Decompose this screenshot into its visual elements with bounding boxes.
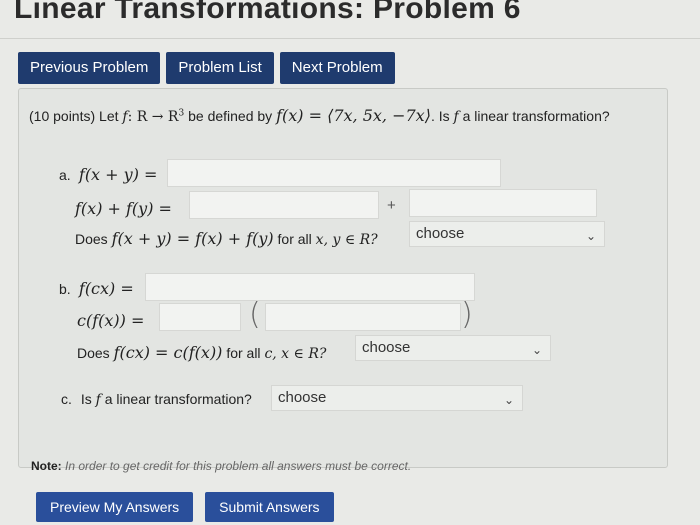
part-a-answer-1[interactable]: [167, 159, 501, 187]
question-end: a linear transformation?: [462, 108, 610, 124]
part-a-does: Does: [75, 231, 108, 247]
problem-nav: Previous Problem Problem List Next Probl…: [18, 52, 395, 84]
part-c-is: Is: [80, 391, 92, 407]
chevron-down-icon: ⌄: [585, 229, 596, 243]
points: (10 points): [29, 108, 96, 124]
part-b-select-value: choose: [362, 339, 411, 356]
part-a-for-all: for all: [277, 231, 312, 247]
chevron-down-icon: ⌄: [531, 343, 542, 357]
part-a-does-expr: f(x + y) = f(x) + f(y): [111, 229, 274, 248]
f-symbol-2: f: [453, 109, 459, 125]
chevron-down-icon: ⌄: [503, 393, 514, 407]
let-text: Let: [99, 108, 119, 124]
question-text: . Is: [430, 108, 450, 124]
part-b-select[interactable]: choose ⌄: [355, 335, 551, 361]
problem-statement: (10 points) Let f: R → R3 be defined by …: [29, 106, 610, 125]
problem-panel: (10 points) Let f: R → R3 be defined by …: [18, 88, 668, 473]
part-c-select-value: choose: [278, 389, 327, 406]
answer-actions: Preview My Answers Submit Answers: [36, 492, 334, 522]
problem-list-button[interactable]: Problem List: [166, 52, 274, 84]
part-a-answer-3[interactable]: [409, 189, 597, 217]
part-c-f: f: [95, 392, 101, 408]
part-a-letter: a.: [59, 167, 71, 183]
map-expr: : R → R: [127, 109, 179, 125]
plus-sign: +: [387, 197, 396, 214]
part-b-answer-1[interactable]: [145, 273, 475, 301]
definition-expr: f(x) = ⟨7x, 5x, −7x⟩: [276, 106, 431, 125]
part-a-expr2: f(x) + f(y) =: [75, 199, 172, 218]
part-b-answer-3[interactable]: [265, 303, 461, 331]
part-a-answer-2[interactable]: [189, 191, 379, 219]
dim-superscript: 3: [178, 108, 185, 119]
part-b-expr2: c(f(x)) =: [77, 311, 145, 330]
part-b-for-all-expr: c, x ∈ R?: [264, 346, 327, 362]
next-problem-button[interactable]: Next Problem: [279, 52, 395, 84]
open-paren: (: [249, 297, 261, 332]
part-c-letter: c.: [61, 391, 72, 407]
part-b-answer-2[interactable]: [159, 303, 241, 331]
part-a-select[interactable]: choose ⌄: [409, 221, 605, 247]
part-b-line2: c(f(x)) =: [77, 311, 144, 330]
note: Note: In order to get credit for this pr…: [31, 459, 411, 473]
defined-text: be defined by: [188, 108, 273, 124]
part-b-line1: b. f(cx) =: [59, 279, 134, 298]
part-b-expr1: f(cx) =: [78, 279, 134, 298]
part-a-for-all-expr: x, y ∈ R?: [315, 232, 378, 248]
note-text: In order to get credit for this problem …: [65, 459, 412, 473]
divider: [0, 38, 700, 39]
note-label: Note:: [31, 459, 62, 473]
part-a-select-value: choose: [416, 225, 465, 242]
page-title: Linear Transformations: Problem 6: [14, 0, 521, 25]
close-paren: ): [461, 297, 473, 332]
part-c-question-end: a linear transformation?: [104, 391, 252, 407]
part-b-letter: b.: [59, 281, 71, 297]
part-b-for-all: for all: [226, 345, 261, 361]
part-b-does: Does: [77, 345, 110, 361]
previous-problem-button[interactable]: Previous Problem: [18, 52, 161, 84]
part-c-select[interactable]: choose ⌄: [271, 385, 523, 411]
part-b-does-expr: f(cx) = c(f(x)): [113, 343, 223, 362]
part-a-expr1: f(x + y) =: [78, 165, 158, 184]
part-c-line: c. Is f a linear transformation?: [61, 391, 252, 408]
preview-answers-button[interactable]: Preview My Answers: [36, 492, 194, 522]
part-b-line3: Does f(cx) = c(f(x)) for all c, x ∈ R?: [77, 343, 326, 362]
part-a-line3: Does f(x + y) = f(x) + f(y) for all x, y…: [75, 229, 378, 248]
submit-answers-button[interactable]: Submit Answers: [205, 492, 334, 522]
part-a-line1: a. f(x + y) =: [59, 165, 157, 184]
part-a-line2: f(x) + f(y) =: [75, 199, 172, 218]
